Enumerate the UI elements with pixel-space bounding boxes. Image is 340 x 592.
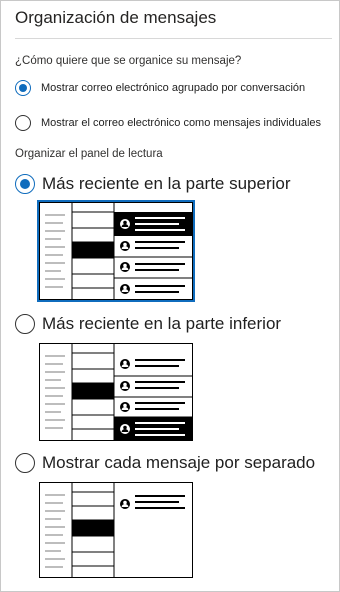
newest-on-bottom-layout-icon[interactable] <box>39 343 193 441</box>
panel-title: Organización de mensajes <box>15 8 217 27</box>
radio-unselected-icon[interactable] <box>15 453 35 473</box>
option-label: Mostrar el correo electrónico como mensa… <box>41 117 322 129</box>
option-individual-messages[interactable]: Mostrar el correo electrónico como mensa… <box>15 115 321 131</box>
option-newest-on-top[interactable]: Más reciente en la parte superior <box>15 174 291 194</box>
option-label: Mostrar correo electrónico agrupado por … <box>41 82 306 94</box>
reading-pane-label: Organizar el panel de lectura <box>15 148 163 160</box>
newest-on-top-layout-icon[interactable] <box>37 200 195 302</box>
title-divider <box>15 38 332 39</box>
option-label: Más reciente en la parte inferior <box>42 314 282 333</box>
grouping-question: ¿Cómo quiere que se organice su mensaje? <box>15 55 242 67</box>
option-separate-messages[interactable]: Mostrar cada mensaje por separado <box>15 453 315 473</box>
option-group-by-conversation[interactable]: Mostrar correo electrónico agrupado por … <box>15 80 305 96</box>
radio-unselected-icon[interactable] <box>15 314 35 334</box>
radio-selected-icon[interactable] <box>15 80 31 96</box>
option-label: Más reciente en la parte superior <box>42 174 291 193</box>
separate-messages-layout-icon[interactable] <box>39 482 193 578</box>
radio-unselected-icon[interactable] <box>15 115 31 131</box>
option-newest-on-bottom[interactable]: Más reciente en la parte inferior <box>15 314 281 334</box>
option-label: Mostrar cada mensaje por separado <box>42 453 316 472</box>
radio-selected-icon[interactable] <box>15 174 35 194</box>
